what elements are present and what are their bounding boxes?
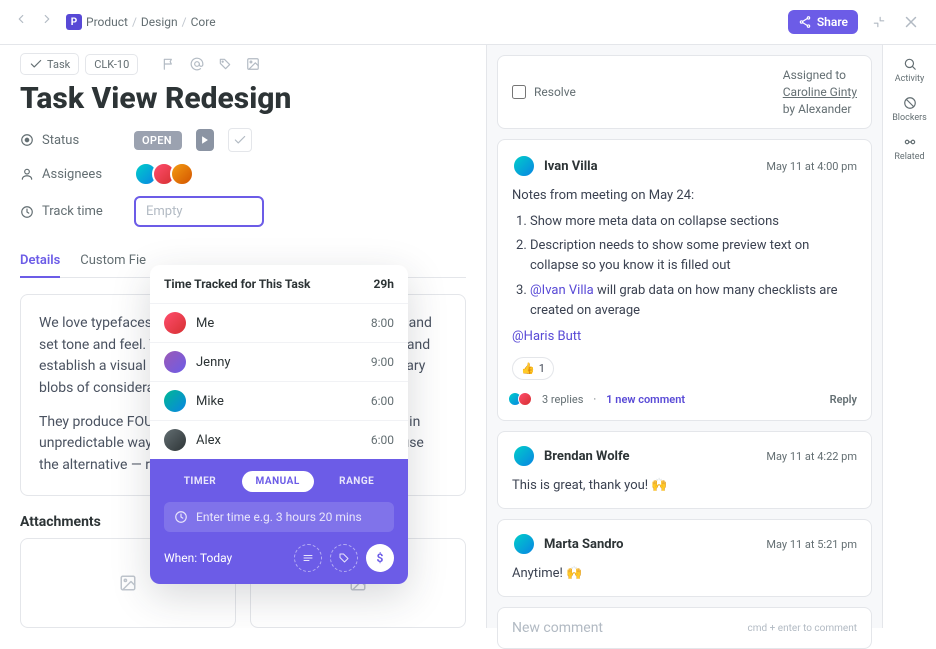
resolve-label: Resolve — [534, 85, 576, 99]
assignee-avatars[interactable] — [134, 162, 194, 186]
avatar — [512, 444, 536, 468]
task-id-pill[interactable]: CLK-10 — [85, 54, 138, 75]
avatar — [512, 154, 536, 178]
activity-pane: Resolve Assigned to Caroline Ginty by Al… — [486, 45, 882, 628]
comment-text: Description needs to show some preview t… — [530, 236, 857, 276]
reply-button[interactable]: Reply — [830, 393, 857, 406]
tag-icon[interactable] — [330, 544, 358, 572]
breadcrumb-item[interactable]: Core — [191, 15, 216, 29]
time-row[interactable]: Jenny9:00 — [150, 342, 408, 381]
breadcrumb-item[interactable]: Design — [141, 15, 178, 29]
seg-manual[interactable]: MANUAL — [242, 471, 314, 492]
resolve-bar: Resolve Assigned to Caroline Ginty by Al… — [497, 55, 872, 129]
resolve-checkbox[interactable] — [512, 85, 526, 99]
tag-icon[interactable] — [214, 53, 236, 75]
comment-text: Show more meta data on collapse sections — [530, 212, 857, 232]
comment-author[interactable]: Brendan Wolfe — [544, 449, 630, 464]
topbar: P Product/ Design/ Core Share — [0, 0, 936, 45]
status-next-button[interactable] — [196, 129, 214, 151]
time-entry-input[interactable]: Enter time e.g. 3 hours 20 mins — [164, 502, 394, 532]
nav-forward-icon[interactable] — [40, 12, 60, 32]
track-time-input[interactable]: Empty — [134, 196, 264, 227]
avatar — [512, 532, 536, 556]
breadcrumb[interactable]: P Product/ Design/ Core — [66, 14, 216, 30]
comment-author[interactable]: Ivan Villa — [544, 159, 598, 174]
page-title[interactable]: Task View Redesign — [20, 81, 466, 116]
assignees-label: Assignees — [20, 167, 120, 182]
new-comment-link[interactable]: 1 new comment — [606, 393, 685, 406]
track-time-label: Track time — [20, 204, 120, 219]
mention[interactable]: @Ivan Villa — [530, 283, 594, 298]
flag-icon[interactable] — [158, 53, 180, 75]
replies-count[interactable]: 3 replies — [542, 393, 583, 406]
minimize-icon[interactable] — [868, 11, 890, 33]
time-row[interactable]: Me8:00 — [150, 303, 408, 342]
time-row[interactable]: Alex6:00 — [150, 420, 408, 459]
reaction-button[interactable]: 👍1 — [512, 357, 554, 380]
comment-text: This is great, thank you! 🙌 — [512, 476, 857, 496]
right-rail: Activity Blockers Related — [882, 45, 936, 628]
complete-checkbox[interactable] — [228, 128, 252, 152]
share-button[interactable]: Share — [788, 10, 858, 34]
tab-details[interactable]: Details — [20, 245, 60, 278]
note-icon[interactable] — [294, 544, 322, 572]
mention-icon[interactable] — [186, 53, 208, 75]
popover-title: Time Tracked for This Task — [164, 277, 310, 291]
comment-time: May 11 at 5:21 pm — [766, 538, 857, 551]
comment-card: Marta Sandro May 11 at 5:21 pm Anytime! 🙌 — [497, 519, 872, 597]
rail-blockers[interactable]: Blockers — [883, 90, 936, 129]
rail-related[interactable]: Related — [883, 129, 936, 168]
seg-range[interactable]: RANGE — [325, 471, 388, 492]
task-type-pill[interactable]: Task — [20, 53, 79, 75]
breadcrumb-item[interactable]: Product — [86, 15, 128, 29]
tab-custom-fields[interactable]: Custom Fie — [80, 245, 146, 277]
comment-time: May 11 at 4:22 pm — [766, 450, 857, 463]
new-comment-input[interactable]: New comment cmd + enter to comment — [497, 607, 872, 649]
comment-text: @Ivan Villa will grab data on how many c… — [530, 281, 857, 321]
image-icon[interactable] — [242, 53, 264, 75]
billable-button[interactable]: $ — [366, 544, 394, 572]
comment-time: May 11 at 4:00 pm — [766, 160, 857, 173]
when-label[interactable]: When: Today — [164, 551, 232, 565]
nav-back-icon[interactable] — [14, 12, 34, 32]
popover-total: 29h — [374, 277, 395, 291]
comment-hint: cmd + enter to comment — [748, 623, 857, 634]
rail-activity[interactable]: Activity — [883, 51, 936, 90]
comment-card: Ivan Villa May 11 at 4:00 pm Notes from m… — [497, 139, 872, 421]
time-row[interactable]: Mike6:00 — [150, 381, 408, 420]
time-mode-segment[interactable]: TIMER MANUAL RANGE — [164, 471, 394, 492]
comment-text: Anytime! 🙌 — [512, 564, 857, 584]
comment-card: Brendan Wolfe May 11 at 4:22 pm This is g… — [497, 431, 872, 509]
workspace-icon: P — [66, 14, 82, 30]
task-pane: Task CLK-10 Task View Redesign Status OP… — [0, 45, 486, 628]
status-label: Status — [20, 133, 120, 148]
seg-timer[interactable]: TIMER — [170, 471, 230, 492]
status-pill[interactable]: OPEN — [134, 131, 182, 150]
mention[interactable]: @Haris Butt — [512, 327, 857, 347]
assigned-to-text: Assigned to Caroline Ginty by Alexander — [783, 68, 857, 116]
close-icon[interactable] — [900, 11, 922, 33]
comment-author[interactable]: Marta Sandro — [544, 537, 623, 552]
reply-avatars — [512, 392, 532, 406]
comment-text: Notes from meeting on May 24: — [512, 186, 857, 206]
time-tracked-popover: Time Tracked for This Task 29h Me8:00 Jen… — [150, 265, 408, 584]
